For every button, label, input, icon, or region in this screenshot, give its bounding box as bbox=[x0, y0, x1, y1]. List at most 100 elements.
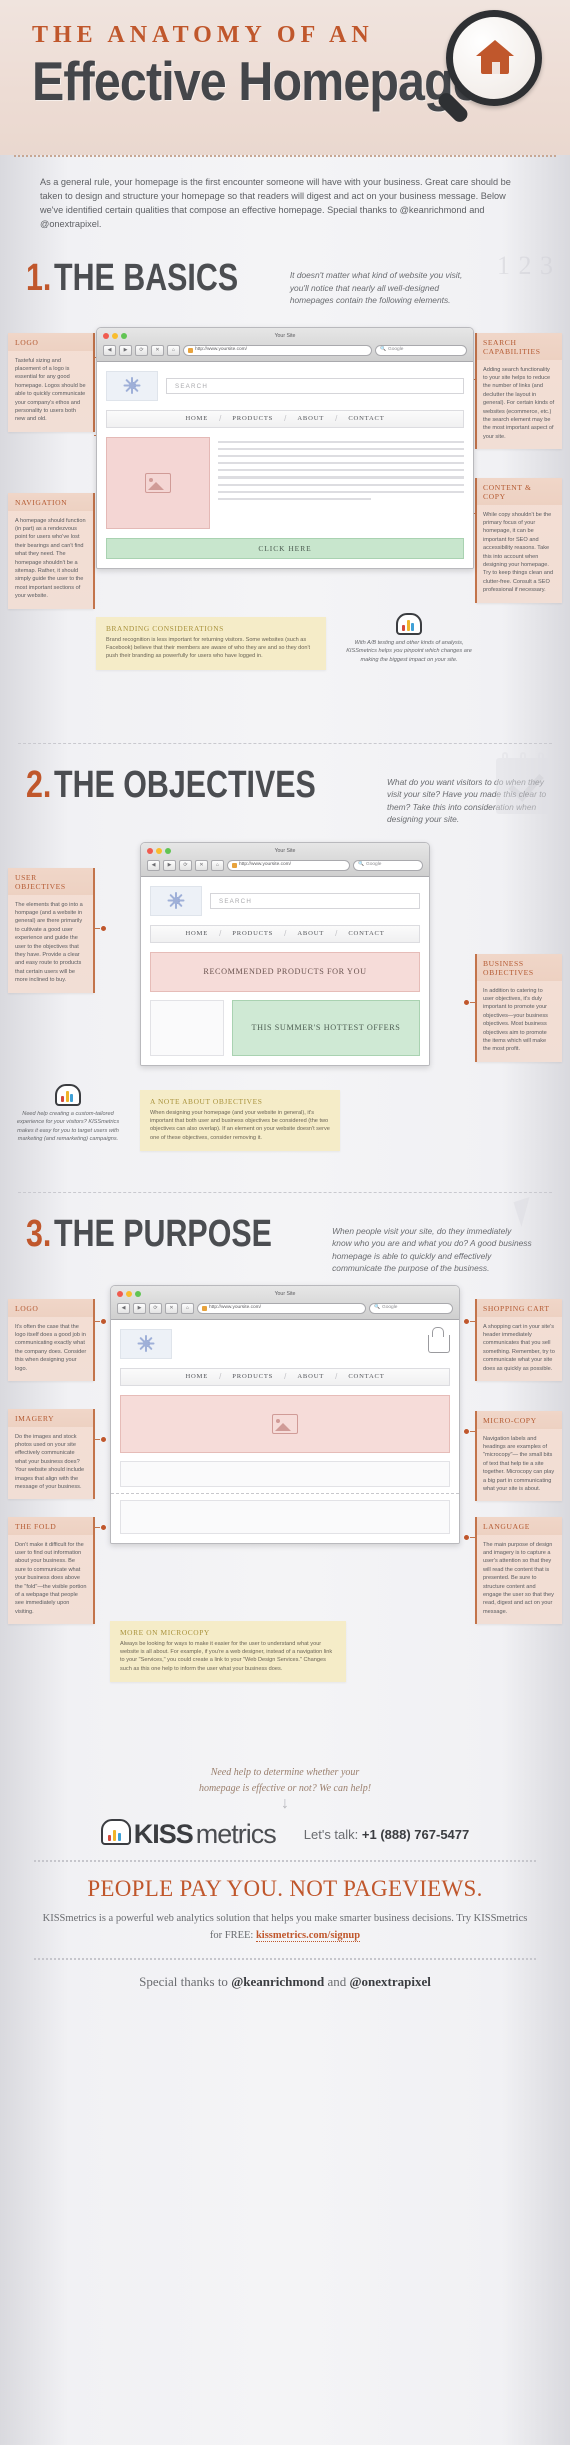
url-input[interactable]: http://www.yoursite.com/ bbox=[183, 344, 372, 356]
sun-logo-icon bbox=[123, 377, 141, 394]
card-navigation: NAVIGATION A homepage should function (i… bbox=[8, 492, 95, 609]
card-micro-copy: MICRO-COPY Navigation labels and heading… bbox=[475, 1410, 562, 1502]
browser-window-title: Your Site bbox=[274, 333, 296, 339]
site-content: SEARCH HOME / PRODUCTS / ABOUT / CONTACT… bbox=[141, 876, 429, 1065]
home-button[interactable]: ⌂ bbox=[167, 344, 180, 356]
forward-button[interactable]: ▶ bbox=[163, 859, 176, 871]
nav-item-about[interactable]: ABOUT bbox=[286, 930, 335, 937]
nav-item-contact[interactable]: CONTACT bbox=[337, 415, 395, 422]
logo-kiss-text: KISS bbox=[133, 1818, 194, 1849]
card-body: A homepage should function (in part) as … bbox=[15, 517, 86, 600]
section-1-body: LOGO Tasteful sizing and placement of a … bbox=[0, 313, 570, 743]
nav-item-home[interactable]: HOME bbox=[174, 930, 219, 937]
section-3-number: 3. bbox=[26, 1212, 52, 1255]
panel-recommended-products[interactable]: RECOMMENDED PRODUCTS FOR YOU bbox=[150, 951, 420, 992]
note-body: Brand recognition is less important for … bbox=[106, 636, 311, 660]
search-icon: 🔍 bbox=[380, 347, 386, 352]
connector-dot bbox=[463, 1317, 470, 1325]
cursor-icon bbox=[513, 1196, 538, 1227]
thanks-handle-1[interactable]: @keanrichmond bbox=[231, 1974, 324, 1989]
forward-button[interactable]: ▶ bbox=[119, 344, 132, 356]
nav-item-home[interactable]: HOME bbox=[174, 1373, 219, 1380]
favicon-icon bbox=[202, 1305, 207, 1311]
hero-image-panel bbox=[120, 1394, 450, 1453]
card-head: SHOPPING CART bbox=[476, 1298, 562, 1317]
card-body: It's often the case that the logo itself… bbox=[15, 1323, 87, 1372]
reload-button[interactable]: ⟳ bbox=[149, 1302, 162, 1314]
cta-button[interactable]: CLICK HERE bbox=[106, 537, 464, 559]
logo-metrics-text: metrics bbox=[195, 1818, 277, 1849]
note-head: BRANDING CONSIDERATIONS bbox=[106, 623, 224, 633]
card-head: SEARCH CAPABILITIES bbox=[476, 332, 562, 360]
card-head: MICRO-COPY bbox=[476, 1410, 562, 1429]
site-search-input[interactable]: SEARCH bbox=[210, 892, 420, 909]
panel-summer-offers[interactable]: THIS SUMMER'S HOTTEST OFFERS bbox=[232, 999, 420, 1056]
home-button[interactable]: ⌂ bbox=[181, 1302, 194, 1314]
site-logo[interactable] bbox=[120, 1328, 172, 1359]
panel-placeholder-left bbox=[150, 999, 224, 1056]
stop-button[interactable]: ✕ bbox=[165, 1302, 178, 1314]
nav-item-products[interactable]: PRODUCTS bbox=[221, 1373, 284, 1380]
section-3-title: THE PURPOSE bbox=[53, 1212, 272, 1255]
site-logo[interactable] bbox=[106, 370, 158, 401]
note-body: Always be looking for ways to make it ea… bbox=[120, 1640, 333, 1672]
nav-item-home[interactable]: HOME bbox=[174, 415, 219, 422]
card-body: The elements that go into a hompage (and… bbox=[15, 901, 83, 984]
browser-chrome: Your Site ◀ ▶ ⟳ ✕ ⌂ http://www.yoursite.… bbox=[111, 1285, 459, 1320]
nav-item-contact[interactable]: CONTACT bbox=[337, 930, 395, 937]
kissmetrics-logo-row: KISS metrics Let's talk: +1 (888) 767-547… bbox=[0, 1811, 570, 1860]
stop-button[interactable]: ✕ bbox=[151, 344, 164, 356]
nav-item-products[interactable]: PRODUCTS bbox=[221, 415, 284, 422]
browser-window-title: Your Site bbox=[274, 848, 296, 854]
nav-item-contact[interactable]: CONTACT bbox=[337, 1373, 395, 1380]
nav-item-about[interactable]: ABOUT bbox=[286, 415, 335, 422]
stop-button[interactable]: ✕ bbox=[195, 859, 208, 871]
closing-section: Need help to determine whether your home… bbox=[0, 1751, 570, 2008]
thanks-handle-2[interactable]: @onextrapixel bbox=[349, 1974, 430, 1989]
site-navigation: HOME / PRODUCTS / ABOUT / CONTACT bbox=[120, 1367, 450, 1386]
reload-button[interactable]: ⟳ bbox=[179, 859, 192, 871]
card-body: Don't make it difficult for the user to … bbox=[15, 1541, 87, 1615]
site-search-input[interactable]: SEARCH bbox=[166, 377, 464, 394]
browser-chrome: Your Site ◀ ▶ ⟳ ✕ ⌂ http://www.yoursite.… bbox=[141, 842, 429, 877]
kissmetrics-cloud-icon bbox=[55, 1083, 81, 1106]
back-button[interactable]: ◀ bbox=[103, 344, 116, 356]
site-logo[interactable] bbox=[150, 885, 202, 916]
browser-mockup-1: Your Site ◀ ▶ ⟳ ✕ ⌂ http://www.yoursite.… bbox=[96, 326, 474, 569]
connector-dot bbox=[463, 1427, 470, 1435]
signup-link[interactable]: kissmetrics.com/signup bbox=[255, 1929, 361, 1942]
checklist-icon bbox=[496, 751, 554, 814]
section-1-header: 1. THE BASICS It doesn't matter what kin… bbox=[0, 237, 570, 313]
card-logo-3: LOGO It's often the case that the logo i… bbox=[8, 1298, 95, 1381]
kissmetrics-logo[interactable]: KISS metrics bbox=[100, 1818, 277, 1850]
site-navigation: HOME / PRODUCTS / ABOUT / CONTACT bbox=[106, 409, 464, 428]
browser-search-input[interactable]: 🔍 Google bbox=[375, 344, 467, 356]
back-button[interactable]: ◀ bbox=[117, 1302, 130, 1314]
browser-search-input[interactable]: 🔍 Google bbox=[353, 859, 423, 871]
back-button[interactable]: ◀ bbox=[147, 859, 160, 871]
infographic-page: The Anatomy of an Effective Homepage As … bbox=[0, 0, 570, 2445]
kissmetrics-note-2: Need help creating a custom-tailored exp… bbox=[8, 1083, 128, 1144]
site-navigation: HOME / PRODUCTS / ABOUT / CONTACT bbox=[150, 924, 420, 943]
url-text: http://www.yoursite.com/ bbox=[239, 862, 291, 867]
browser-search-input[interactable]: 🔍 Google bbox=[369, 1302, 453, 1314]
url-input[interactable]: http://www.yoursite.com/ bbox=[197, 1302, 366, 1314]
shopping-cart-icon[interactable] bbox=[428, 1326, 450, 1353]
nav-item-products[interactable]: PRODUCTS bbox=[221, 930, 284, 937]
magnifier-house-icon bbox=[424, 8, 552, 136]
note-more-on-microcopy: MORE ON MICROCOPY Always be looking for … bbox=[110, 1620, 346, 1683]
nav-item-about[interactable]: ABOUT bbox=[286, 1373, 335, 1380]
connector-dot bbox=[100, 1435, 107, 1443]
closing-body: KISSmetrics is a powerful web analytics … bbox=[0, 1910, 570, 1958]
section-1-number: 1. bbox=[26, 257, 52, 299]
closing-script-line1: Need help to determine whether your bbox=[210, 1766, 360, 1778]
forward-button[interactable]: ▶ bbox=[133, 1302, 146, 1314]
home-button[interactable]: ⌂ bbox=[211, 859, 224, 871]
kissmetrics-cloud-icon bbox=[396, 612, 422, 635]
kissmetrics-note-1: With A/B testing and other kinds of anal… bbox=[344, 612, 474, 665]
reload-button[interactable]: ⟳ bbox=[135, 344, 148, 356]
card-body: Adding search functionality to your site… bbox=[483, 366, 555, 440]
fold-line bbox=[111, 1492, 459, 1494]
phone-number[interactable]: +1 (888) 767-5477 bbox=[362, 1827, 469, 1842]
url-input[interactable]: http://www.yoursite.com/ bbox=[227, 859, 350, 871]
